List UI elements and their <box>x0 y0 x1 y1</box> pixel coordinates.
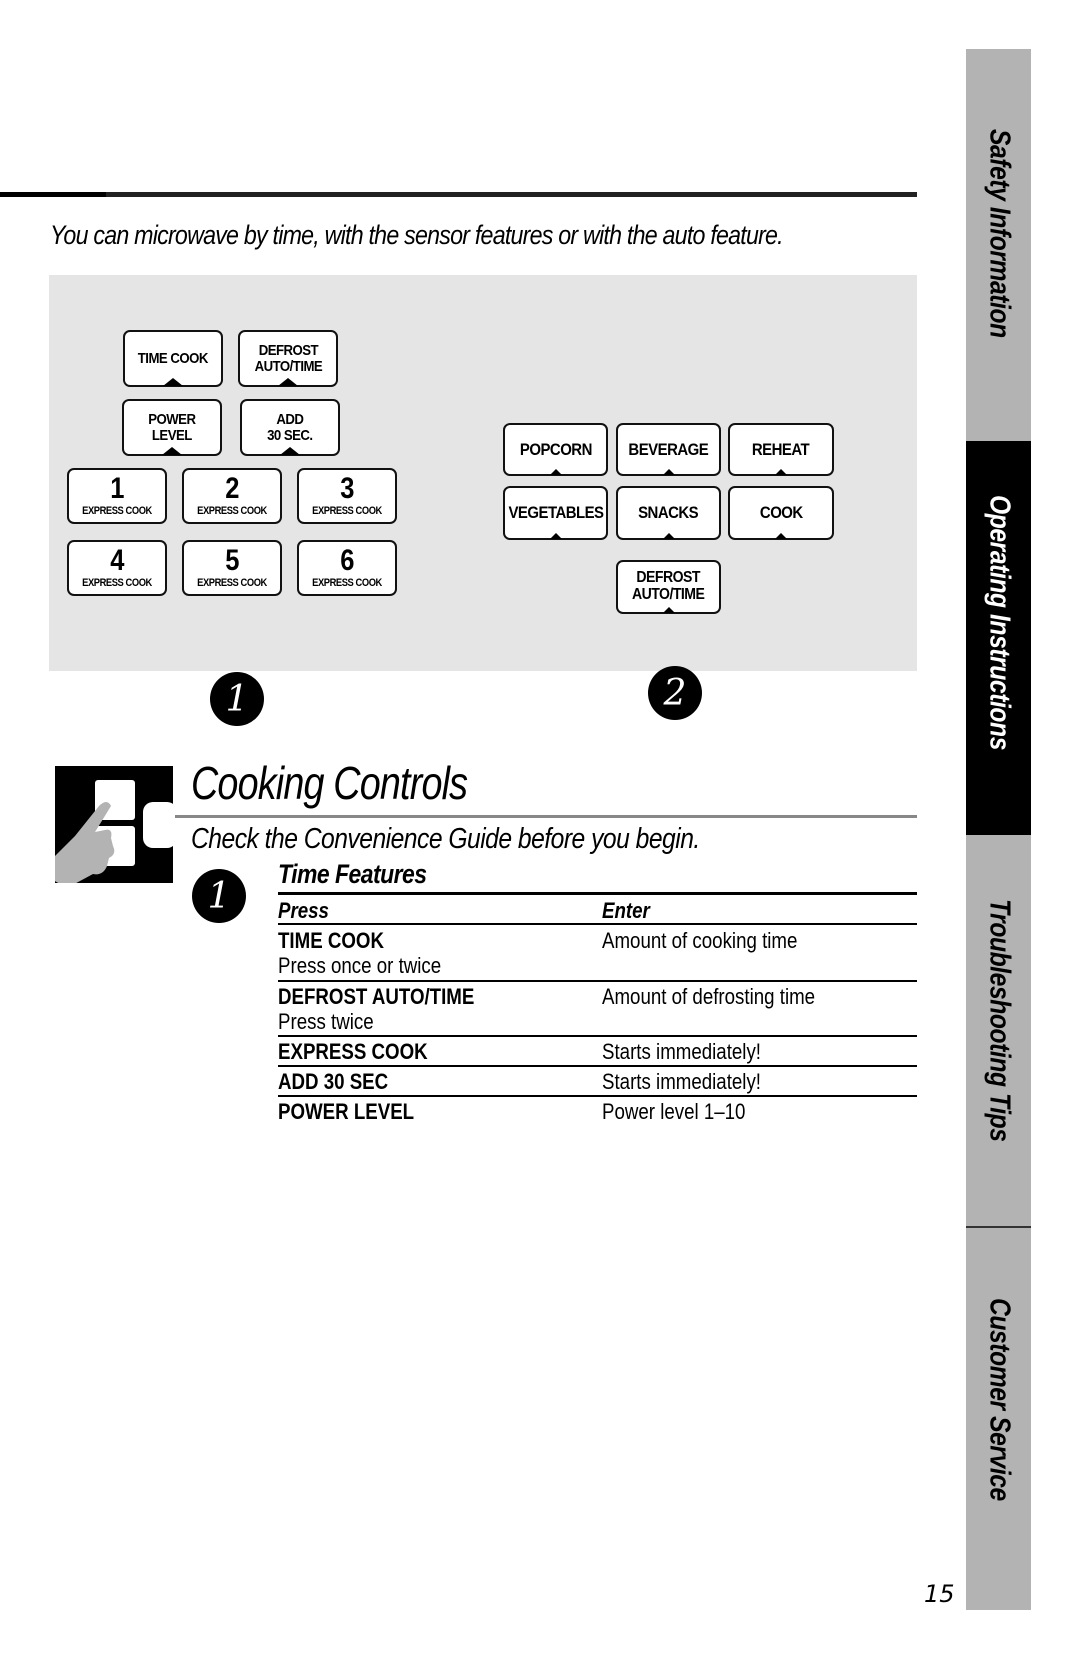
enter-cell: Amount of defrosting time <box>602 984 816 1009</box>
key-cook[interactable]: COOK <box>728 486 834 540</box>
top-rule <box>106 192 917 197</box>
key-defrost-auto-time-sensor[interactable]: DEFROST AUTO/TIME <box>616 560 721 614</box>
key-express-4[interactable]: 4 EXPRESS COOK <box>67 540 167 596</box>
press-cell: TIME COOK <box>278 928 384 953</box>
key-sublabel: EXPRESS COOK <box>82 576 152 589</box>
key-express-3[interactable]: 3 EXPRESS COOK <box>297 468 397 524</box>
intro-text: You can microwave by time, with the sens… <box>50 220 784 250</box>
key-express-1[interactable]: 1 EXPRESS COOK <box>67 468 167 524</box>
section-title: Time Features <box>278 859 427 889</box>
key-snacks[interactable]: SNACKS <box>616 486 721 540</box>
key-pointer-icon <box>775 469 787 475</box>
table-rule <box>278 923 917 925</box>
key-sublabel: EXPRESS COOK <box>82 504 152 517</box>
key-sublabel: EXPRESS COOK <box>197 504 267 517</box>
key-label: COOK <box>759 503 803 523</box>
press-note: Press once or twice <box>278 953 442 978</box>
key-vegetables[interactable]: VEGETABLES <box>503 486 608 540</box>
key-label: REHEAT <box>752 439 810 459</box>
key-number: 3 <box>339 471 355 505</box>
key-pointer-icon <box>278 378 298 386</box>
key-number: 4 <box>109 543 125 577</box>
table-rule <box>278 1035 917 1037</box>
key-time-cook[interactable]: TIME COOK <box>123 330 223 387</box>
column-header-enter: Enter <box>602 898 650 923</box>
key-express-5[interactable]: 5 EXPRESS COOK <box>182 540 282 596</box>
section-number-badge: 1 <box>192 869 246 923</box>
key-label: SNACKS <box>638 503 699 523</box>
table-rule <box>278 1095 917 1097</box>
tab-label: Operating Instructions <box>983 495 1015 750</box>
tab-label: Safety Information <box>983 129 1015 338</box>
press-cell: ADD 30 SEC <box>278 1069 389 1094</box>
key-express-6[interactable]: 6 EXPRESS COOK <box>297 540 397 596</box>
press-cell: EXPRESS COOK <box>278 1039 428 1064</box>
key-add-30-sec[interactable]: ADD 30 SEC. <box>240 399 340 456</box>
key-pointer-icon <box>662 533 675 539</box>
key-sublabel: EXPRESS COOK <box>312 576 382 589</box>
key-pointer-icon <box>549 533 562 539</box>
key-sublabel: EXPRESS COOK <box>312 504 382 517</box>
key-label: POPCORN <box>519 439 592 459</box>
key-pointer-icon <box>280 447 300 455</box>
key-pointer-icon <box>775 533 787 539</box>
callout-2: 2 <box>648 666 702 720</box>
key-beverage[interactable]: BEVERAGE <box>616 423 721 476</box>
key-label: VEGETABLES <box>507 503 604 523</box>
key-label: TIME COOK <box>137 349 209 367</box>
key-pointer-icon <box>163 378 183 386</box>
key-express-2[interactable]: 2 EXPRESS COOK <box>182 468 282 524</box>
title-rule <box>175 815 917 818</box>
tab-safety-information[interactable]: Safety Information <box>966 49 1031 441</box>
key-pointer-icon <box>162 447 182 455</box>
press-cell: POWER LEVEL <box>278 1099 415 1124</box>
key-power-level[interactable]: POWER LEVEL <box>122 399 222 456</box>
key-pointer-icon <box>662 469 675 475</box>
key-defrost-auto-time[interactable]: DEFROST AUTO/TIME <box>238 330 338 387</box>
enter-cell: Amount of cooking time <box>602 928 798 953</box>
page-title: Cooking Controls <box>191 757 468 809</box>
key-number: 6 <box>339 543 355 577</box>
key-number: 5 <box>224 543 240 577</box>
page-number: 15 <box>924 1580 955 1608</box>
press-cell: DEFROST AUTO/TIME <box>278 984 475 1009</box>
key-label: ADD 30 SEC. <box>267 410 313 444</box>
key-reheat[interactable]: REHEAT <box>728 423 834 476</box>
tab-label: Customer Service <box>983 1298 1015 1501</box>
key-pointer-icon <box>549 469 562 475</box>
enter-cell: Power level 1–10 <box>602 1099 746 1124</box>
key-label: DEFROST AUTO/TIME <box>632 569 705 603</box>
callout-1: 1 <box>210 672 264 726</box>
tab-customer-service[interactable]: Customer Service <box>966 1228 1031 1610</box>
key-number: 1 <box>109 471 125 505</box>
press-note: Press twice <box>278 1009 374 1034</box>
table-rule <box>278 1065 917 1067</box>
page-subtitle: Check the Convenience Guide before you b… <box>191 823 700 855</box>
enter-cell: Starts immediately! <box>602 1069 762 1094</box>
key-label: DEFROST AUTO/TIME <box>254 341 322 375</box>
key-number: 2 <box>224 471 240 505</box>
key-label: BEVERAGE <box>628 439 709 459</box>
tab-label: Troubleshooting Tips <box>983 899 1015 1142</box>
key-sublabel: EXPRESS COOK <box>197 576 267 589</box>
column-header-press: Press <box>278 898 329 923</box>
table-top-rule <box>278 892 917 895</box>
key-pointer-icon <box>662 607 675 613</box>
finger-pressing-keypad-icon <box>39 766 177 888</box>
top-rule-accent <box>0 192 106 197</box>
tab-troubleshooting-tips[interactable]: Troubleshooting Tips <box>966 835 1031 1227</box>
enter-cell: Starts immediately! <box>602 1039 762 1064</box>
key-label: POWER LEVEL <box>148 410 196 444</box>
tab-operating-instructions[interactable]: Operating Instructions <box>966 441 1031 835</box>
table-rule <box>278 980 917 982</box>
key-popcorn[interactable]: POPCORN <box>503 423 608 476</box>
